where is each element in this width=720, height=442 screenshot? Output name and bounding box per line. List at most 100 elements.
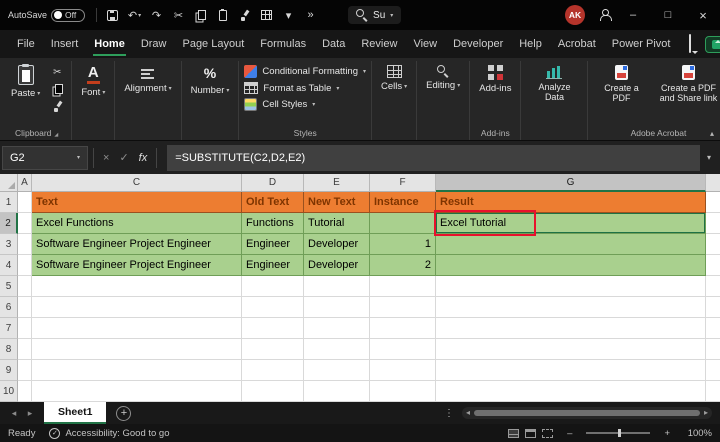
sheet-tab-sheet1[interactable]: Sheet1 (44, 402, 106, 424)
expand-formula-bar-button[interactable]: ▾ (700, 153, 718, 162)
comments-button[interactable] (681, 35, 699, 53)
row-header-10[interactable]: 10 (0, 381, 18, 402)
cell-e2[interactable]: Tutorial (304, 213, 370, 234)
tab-formulas[interactable]: Formulas (253, 32, 313, 56)
autosave-toggle[interactable]: AutoSave Off (8, 9, 85, 22)
row-header-7[interactable]: 7 (0, 318, 18, 339)
collapse-ribbon-button[interactable]: ▴ (710, 129, 714, 138)
paste-button[interactable]: Paste▾ (7, 63, 44, 101)
cell-styles-button[interactable]: Cell Styles ▾ (244, 98, 366, 111)
cell-d1-old-text[interactable]: Old Text (242, 192, 304, 213)
cell[interactable] (370, 339, 436, 360)
tab-help[interactable]: Help (512, 32, 549, 56)
conditional-formatting-button[interactable]: Conditional Formatting ▾ (244, 65, 366, 78)
tab-draw[interactable]: Draw (134, 32, 174, 56)
cell-g2-selected[interactable]: Excel Tutorial (436, 213, 706, 234)
page-layout-view-button[interactable] (525, 429, 536, 438)
customize-quick-access-button[interactable]: ▾ (278, 4, 299, 26)
col-header-e[interactable]: E (304, 174, 370, 192)
row-header-6[interactable]: 6 (0, 297, 18, 318)
cut-button[interactable]: ✂ (168, 4, 189, 26)
undo-button[interactable]: ↶▾ (124, 4, 145, 26)
select-all-button[interactable] (0, 174, 18, 192)
cell[interactable] (18, 339, 32, 360)
alignment-menu-button[interactable]: Alignment▾ (120, 63, 175, 96)
avatar[interactable]: AK (565, 5, 585, 25)
cell[interactable] (18, 381, 32, 402)
maximize-button[interactable]: □ (651, 0, 685, 30)
table-quick-button[interactable] (256, 4, 277, 26)
scrollbar-thumb[interactable] (474, 410, 700, 416)
cell[interactable] (18, 213, 32, 234)
cell[interactable] (242, 297, 304, 318)
close-button[interactable]: × (686, 0, 720, 30)
cell[interactable] (18, 192, 32, 213)
cell-d2[interactable]: Functions (242, 213, 304, 234)
cell-e1-new-text[interactable]: New Text (304, 192, 370, 213)
sheet-nav-right-icon[interactable]: ▸ (22, 408, 38, 419)
sheet-nav-left-icon[interactable]: ◂ (6, 408, 22, 419)
cell[interactable] (304, 339, 370, 360)
cell-d3[interactable]: Engineer (242, 234, 304, 255)
zoom-slider[interactable] (586, 432, 650, 434)
cell-g4[interactable] (436, 255, 706, 276)
normal-view-button[interactable] (508, 429, 519, 438)
row-header-2[interactable]: 2 (0, 213, 18, 234)
tab-page-layout[interactable]: Page Layout (175, 32, 251, 56)
horizontal-scrollbar[interactable]: ◂ ▸ (462, 407, 712, 419)
cell[interactable] (18, 318, 32, 339)
tab-view[interactable]: View (406, 32, 444, 56)
tab-developer[interactable]: Developer (446, 32, 510, 56)
cell-g3[interactable] (436, 234, 706, 255)
copy-button[interactable] (190, 4, 211, 26)
cell[interactable] (370, 381, 436, 402)
cell[interactable] (32, 276, 242, 297)
cell[interactable] (32, 360, 242, 381)
col-header-f[interactable]: F (370, 174, 436, 192)
tab-file[interactable]: File (10, 32, 42, 56)
cell[interactable] (304, 297, 370, 318)
cell-e4[interactable]: Developer (304, 255, 370, 276)
format-as-table-button[interactable]: Format as Table ▾ (244, 82, 366, 94)
cell[interactable] (18, 297, 32, 318)
cell-f1-instance[interactable]: Instance (370, 192, 436, 213)
save-button[interactable] (102, 4, 123, 26)
cell-d4[interactable]: Engineer (242, 255, 304, 276)
number-menu-button[interactable]: % Number▾ (187, 63, 234, 98)
cell[interactable] (436, 297, 706, 318)
paste-quick-button[interactable] (212, 4, 233, 26)
tab-acrobat[interactable]: Acrobat (551, 32, 603, 56)
row-header-1[interactable]: 1 (0, 192, 18, 213)
col-header-g[interactable]: G (436, 174, 706, 192)
cell[interactable] (436, 381, 706, 402)
scrollbar-menu-icon[interactable]: ⋮ (436, 408, 462, 419)
cell[interactable] (304, 360, 370, 381)
cell-e3[interactable]: Developer (304, 234, 370, 255)
cell[interactable] (18, 255, 32, 276)
accessibility-status[interactable]: ✓ Accessibility: Good to go (49, 428, 169, 439)
cell[interactable] (304, 381, 370, 402)
dialog-launcher-icon[interactable]: ◢ (54, 132, 58, 138)
cell-f3[interactable]: 1 (370, 234, 436, 255)
cells-menu-button[interactable]: Cells▾ (377, 63, 411, 94)
cell[interactable] (242, 360, 304, 381)
cell-c2[interactable]: Excel Functions (32, 213, 242, 234)
col-header-c[interactable]: C (32, 174, 242, 192)
share-button[interactable]: ▾ (705, 36, 720, 53)
cell[interactable] (436, 360, 706, 381)
redo-button[interactable]: ↷ (146, 4, 167, 26)
enter-icon[interactable]: ✓ (119, 151, 128, 164)
cell[interactable] (18, 234, 32, 255)
create-pdf-button[interactable]: Create a PDF (593, 63, 649, 106)
create-pdf-share-button[interactable]: Create a PDF and Share link (653, 63, 720, 106)
zoom-out-button[interactable]: – (567, 428, 572, 439)
row-header-3[interactable]: 3 (0, 234, 18, 255)
cell[interactable] (32, 318, 242, 339)
minimize-button[interactable]: – (616, 0, 650, 30)
cell-f2[interactable] (370, 213, 436, 234)
cell[interactable] (436, 276, 706, 297)
scroll-right-icon[interactable]: ▸ (704, 409, 708, 417)
row-header-8[interactable]: 8 (0, 339, 18, 360)
font-menu-button[interactable]: A Font▾ (77, 63, 109, 100)
cell[interactable] (370, 276, 436, 297)
